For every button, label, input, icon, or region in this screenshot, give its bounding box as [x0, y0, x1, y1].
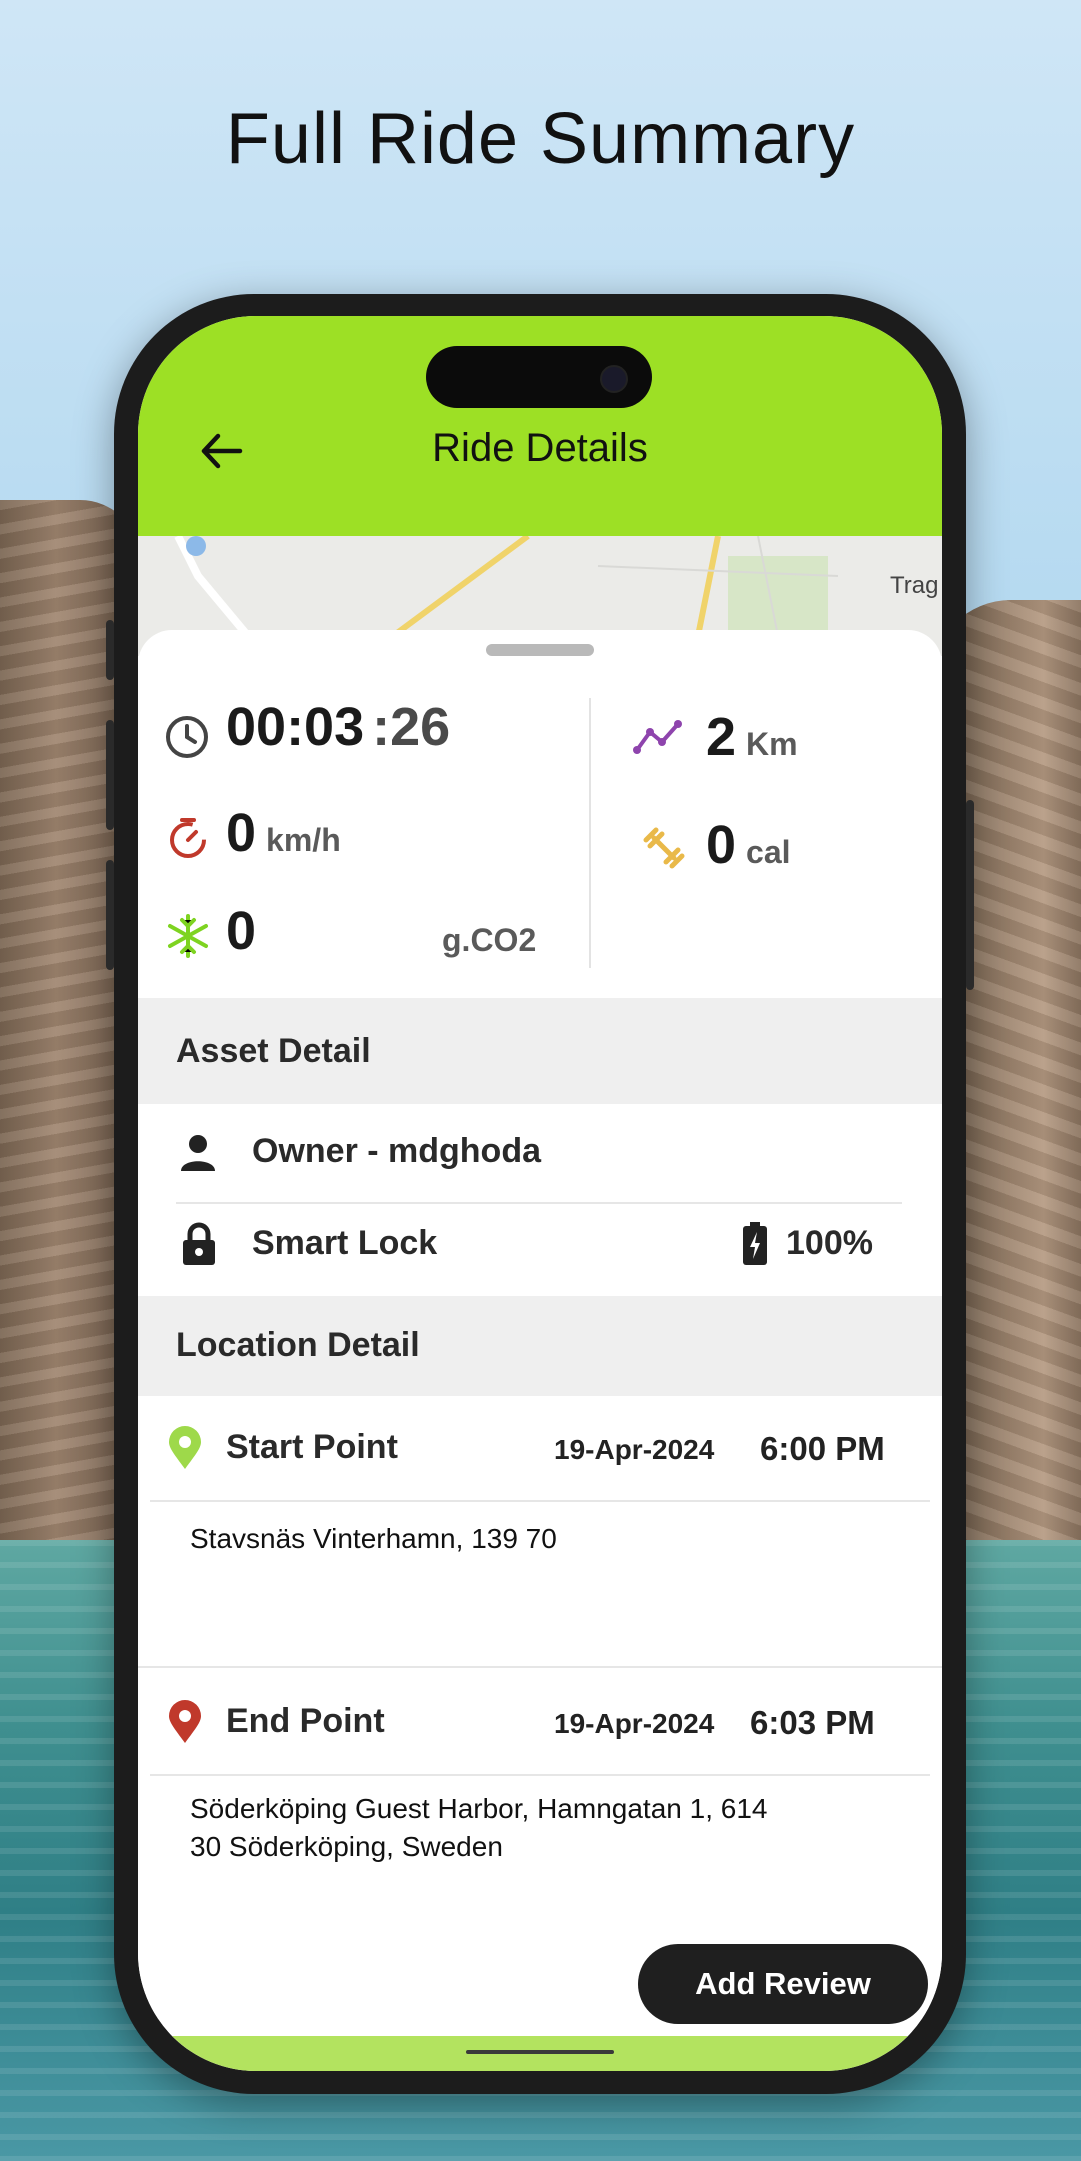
speed-value: 0 — [226, 803, 257, 863]
end-point-label: End Point — [226, 1702, 385, 1740]
stats-divider — [589, 698, 591, 968]
battery-percent: 100% — [786, 1224, 873, 1262]
clock-icon — [166, 716, 208, 758]
person-icon — [181, 1135, 215, 1171]
battery-charging-icon — [743, 1222, 767, 1265]
speed-unit: km/h — [266, 822, 341, 858]
end-date: 19-Apr-2024 — [554, 1708, 715, 1739]
calories-unit: cal — [746, 834, 791, 870]
co2-readout: 0 — [226, 900, 256, 962]
co2-value: 0 — [226, 901, 257, 961]
divider — [150, 1500, 930, 1502]
snowflake-icon — [168, 914, 208, 958]
distance-unit: Km — [746, 726, 798, 762]
speed-readout: 0 km/h — [226, 802, 341, 864]
start-pin-icon — [169, 1426, 201, 1469]
sheet-drag-handle[interactable] — [486, 644, 594, 656]
start-point-label: Start Point — [226, 1428, 398, 1466]
co2-unit: g.CO2 — [442, 922, 537, 958]
divider — [176, 1202, 902, 1204]
duration-readout: 00:03 :26 — [226, 696, 450, 758]
duration-seconds: :26 — [372, 697, 451, 757]
app-bar: Ride Details — [138, 316, 942, 536]
asset-detail-heading: Asset Detail — [176, 1032, 371, 1070]
location-detail-header: Location Detail — [138, 1296, 942, 1396]
phone-screen: Ride Details Trag 00:03 :26 0 km/h 0 g.C… — [138, 316, 942, 2071]
owner-label: Owner - mdghoda — [252, 1132, 541, 1170]
smart-lock-label: Smart Lock — [252, 1224, 438, 1262]
location-detail-heading: Location Detail — [176, 1326, 420, 1364]
divider — [138, 1666, 942, 1668]
map-place-label: Trag — [890, 572, 939, 599]
end-address-line1: Söderköping Guest Harbor, Hamngatan 1, 6… — [190, 1793, 768, 1824]
headline: Full Ride Summary — [225, 99, 856, 179]
speedometer-icon — [170, 818, 206, 858]
phone-side-button — [106, 720, 114, 830]
calories-value: 0 — [706, 815, 737, 875]
home-indicator[interactable] — [466, 2050, 614, 2054]
route-trend-icon — [633, 720, 682, 754]
start-time: 6:00 PM — [760, 1430, 885, 1467]
end-address-line2: 30 Söderköping, Sweden — [190, 1831, 503, 1862]
divider — [150, 1774, 930, 1776]
page-title: Ride Details — [432, 426, 648, 470]
calories-readout: 0 cal — [706, 814, 791, 876]
distance-value: 2 — [706, 707, 737, 767]
end-address: Söderköping Guest Harbor, Hamngatan 1, 6… — [190, 1790, 850, 1866]
duration-main: 00:03 — [226, 697, 365, 757]
ride-details-sheet: 00:03 :26 0 km/h 0 g.CO2 2 Km 0 cal Asse… — [138, 630, 942, 2050]
phone-power-button — [966, 800, 974, 990]
start-address: Stavsnäs Vinterhamn, 139 70 — [190, 1523, 557, 1554]
end-time: 6:03 PM — [750, 1704, 875, 1741]
add-review-button[interactable]: Add Review — [638, 1944, 928, 2024]
lock-icon — [183, 1222, 215, 1265]
start-date: 19-Apr-2024 — [554, 1434, 715, 1465]
camera-icon — [600, 365, 628, 393]
distance-readout: 2 Km — [706, 706, 798, 768]
phone-side-button — [106, 620, 114, 680]
dynamic-island — [426, 346, 652, 408]
dumbbell-icon — [643, 827, 685, 869]
asset-detail-header: Asset Detail — [138, 998, 942, 1104]
end-pin-icon — [169, 1700, 201, 1743]
phone-side-button — [106, 860, 114, 970]
